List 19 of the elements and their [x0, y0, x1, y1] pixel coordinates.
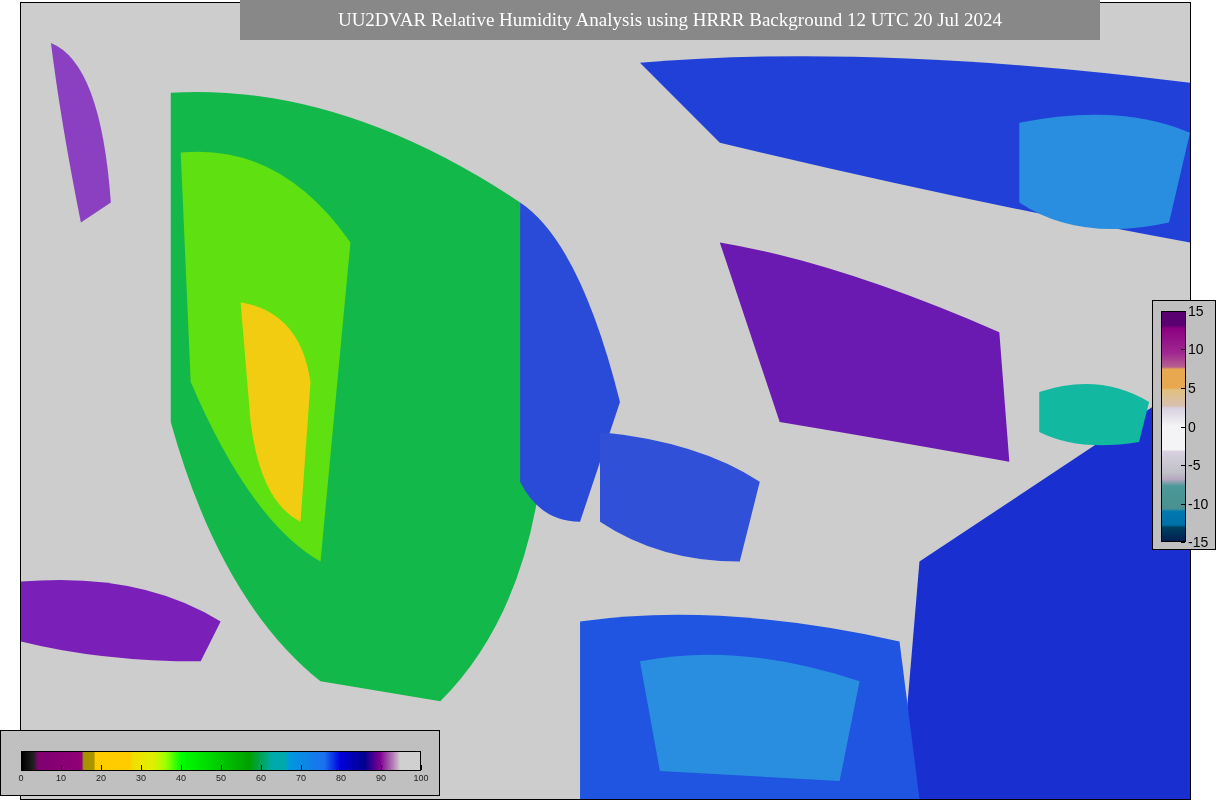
tick-label: 30	[136, 774, 146, 783]
map-title: UU2DVAR Relative Humidity Analysis using HRRR Background 12 UTC 20 Jul 2024	[240, 0, 1100, 40]
tick-label: 100	[413, 774, 429, 783]
tick-label: -5	[1188, 458, 1201, 472]
tick-label: -15	[1188, 535, 1209, 549]
tick-label: 70	[296, 774, 306, 783]
tick-label: 10	[56, 774, 66, 783]
tick-label: 50	[216, 774, 226, 783]
tick-label: 80	[336, 774, 346, 783]
tick-label: -10	[1188, 496, 1209, 511]
tick-label: 0	[1188, 419, 1196, 434]
tick-label: 15	[1188, 304, 1204, 318]
tick-label: 90	[376, 774, 386, 783]
tick-label: 10	[1188, 342, 1204, 357]
tick-label: 0	[18, 774, 24, 783]
tick-label: 5	[1188, 381, 1196, 395]
tick-label: 20	[96, 774, 106, 783]
tick-label: 40	[176, 774, 186, 783]
tick-label: 60	[256, 774, 266, 783]
